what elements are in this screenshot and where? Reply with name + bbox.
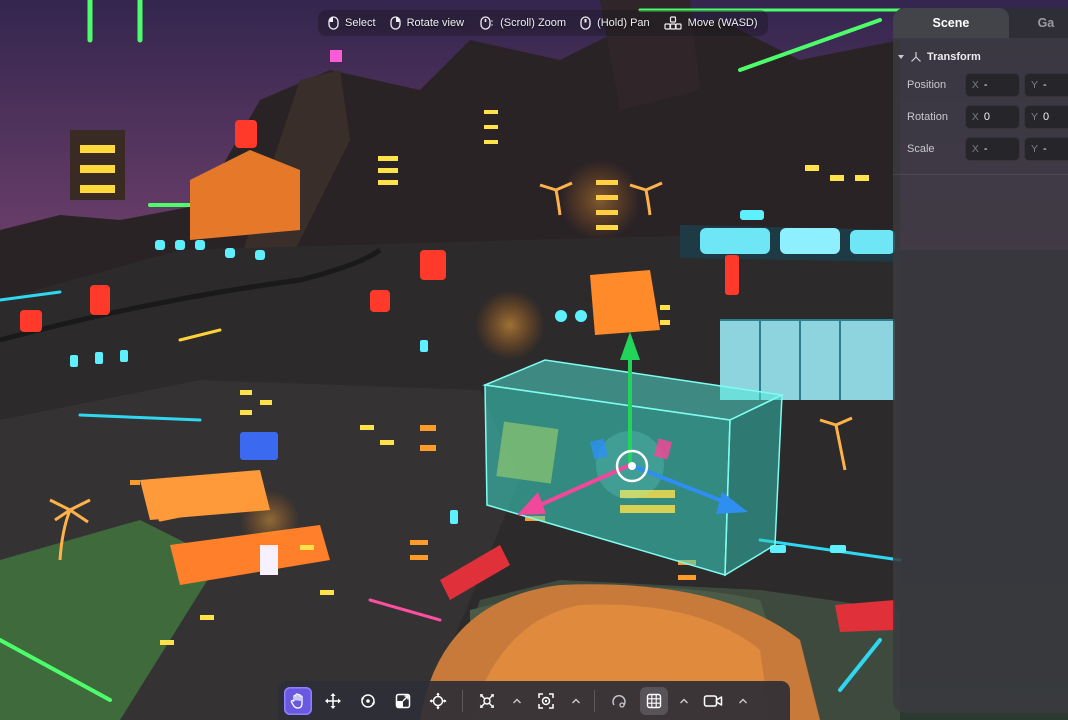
camera-options-caret[interactable] (734, 687, 752, 715)
chevron-up-icon (739, 698, 747, 704)
pivot-icon (480, 694, 494, 708)
scale-tool-button[interactable] (389, 687, 417, 715)
position-x-field[interactable]: X - (964, 73, 1020, 97)
pivot-options-caret[interactable] (508, 687, 526, 715)
mouse-middle-icon (580, 16, 591, 30)
transform-section: Transform Position X - Y - Rotation X 0 (893, 38, 1068, 175)
move-tool-button[interactable] (319, 687, 347, 715)
chevron-up-icon (572, 698, 580, 704)
hint-select: Select (328, 16, 376, 30)
scale-x-value: - (983, 143, 988, 155)
hand-icon (290, 693, 303, 709)
inspector-tabs: Scene Ga (893, 8, 1068, 38)
rotation-y-field[interactable]: Y 0 (1023, 105, 1068, 129)
scale-y-field[interactable]: Y - (1023, 137, 1068, 161)
hint-label: Move (WASD) (687, 17, 758, 29)
scale-label: Scale (907, 143, 935, 155)
inspector-panel: Scene Ga Transform Position X - Y - Rota… (893, 8, 1068, 713)
axis-x-letter: X (971, 79, 979, 91)
camera-button[interactable] (699, 687, 727, 715)
snap-button[interactable] (532, 687, 560, 715)
transform-title: Transform (927, 51, 981, 63)
position-label: Position (907, 79, 947, 91)
transform-header[interactable]: Transform (893, 48, 1068, 66)
hint-zoom: (Scroll) Zoom (478, 16, 566, 30)
mouse-left-icon (328, 16, 339, 30)
hint-move: Move (WASD) (664, 16, 758, 30)
viewport-hint-bar: Select Rotate view (Scroll) Zoom (Hold) … (318, 10, 768, 36)
mouse-right-icon (389, 16, 401, 30)
wasd-keys-icon (664, 16, 682, 30)
axis-x-letter: X (971, 111, 979, 123)
rotation-label: Rotation (907, 111, 948, 123)
axis-y-letter: Y (1030, 143, 1038, 155)
rotation-y-value: 0 (1042, 111, 1050, 123)
viewport-toolbar (278, 681, 790, 720)
rotation-row: Rotation X 0 Y 0 (893, 104, 1068, 130)
position-row: Position X - Y - (893, 72, 1068, 98)
scale-row: Scale X - Y - (893, 136, 1068, 162)
scale-x-field[interactable]: X - (964, 137, 1020, 161)
grid-icon (646, 693, 662, 709)
camera-icon (703, 695, 723, 707)
rotation-x-value: 0 (983, 111, 991, 123)
transform-axes-icon (911, 52, 921, 62)
snap-target-icon (538, 693, 554, 709)
grid-options-caret[interactable] (675, 687, 693, 715)
tab-scene[interactable]: Scene (893, 8, 1009, 38)
axis-x-letter: X (971, 143, 979, 155)
move-arrows-icon (325, 693, 341, 709)
axis-y-letter: Y (1030, 111, 1038, 123)
toolbar-divider (594, 690, 595, 712)
transform-tool-button[interactable] (424, 687, 452, 715)
hint-pan: (Hold) Pan (580, 16, 650, 30)
rotation-x-field[interactable]: X 0 (964, 105, 1020, 129)
rotate-icon (361, 694, 375, 708)
grid-toggle-button[interactable] (640, 687, 668, 715)
hint-label: (Scroll) Zoom (500, 17, 567, 29)
pivot-mode-button[interactable] (473, 687, 501, 715)
scale-y-value: - (1042, 143, 1047, 155)
rotate-tool-button[interactable] (354, 687, 382, 715)
hand-tool-button[interactable] (284, 687, 312, 715)
collapse-arrow-icon (898, 55, 904, 59)
hint-label: Rotate view (406, 17, 465, 29)
scale-icon (395, 693, 411, 709)
local-global-button[interactable] (605, 687, 633, 715)
hint-label: Select (345, 17, 376, 29)
position-y-value: - (1042, 79, 1047, 91)
chevron-up-icon (680, 698, 688, 704)
tab-game[interactable]: Ga (1009, 8, 1068, 38)
position-x-value: - (983, 79, 988, 91)
crosshair-move-icon (429, 692, 447, 710)
chevron-up-icon (513, 698, 521, 704)
mouse-scroll-icon (480, 16, 494, 30)
axis-y-letter: Y (1030, 79, 1038, 91)
scene-viewport[interactable]: Select Rotate view (Scroll) Zoom (Hold) … (0, 0, 1068, 720)
hint-rotate-view: Rotate view (389, 16, 465, 30)
orbit-icon (612, 695, 626, 708)
toolbar-divider (462, 690, 463, 712)
snap-options-caret[interactable] (567, 687, 585, 715)
hint-label: (Hold) Pan (597, 17, 650, 29)
position-y-field[interactable]: Y - (1023, 73, 1068, 97)
